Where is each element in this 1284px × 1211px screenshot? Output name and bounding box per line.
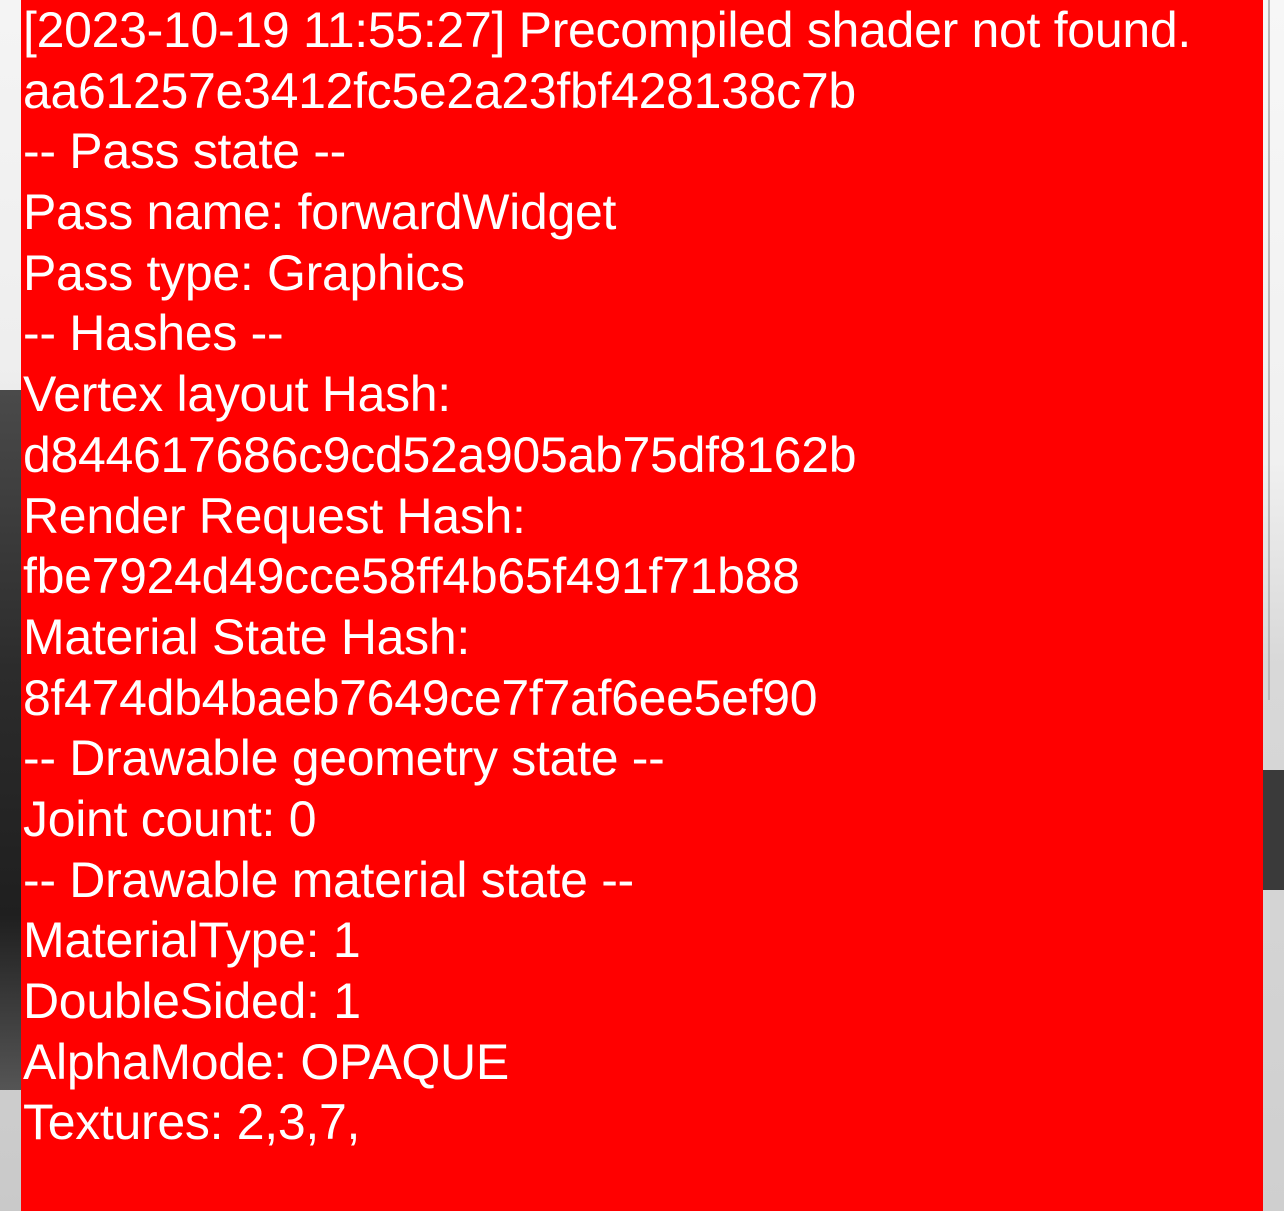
- background-object-left: [0, 390, 22, 1090]
- background-right-strip: [1262, 0, 1284, 1211]
- log-line-hashes-header: -- Hashes --: [23, 305, 284, 362]
- log-line-pass-name: Pass name: forwardWidget: [23, 184, 617, 241]
- log-line-render-request-hash: fbe7924d49cce58ff4b65f491f71b88: [23, 548, 800, 605]
- log-line-material-state-hash: 8f474db4baeb7649ce7f7af6ee5ef90: [23, 669, 818, 726]
- log-line-material-state-label: Material State Hash:: [23, 608, 470, 665]
- log-line-material-type: MaterialType: 1: [23, 912, 361, 969]
- log-line-geometry-state-header: -- Drawable geometry state --: [23, 730, 665, 787]
- background-right-object: [1262, 770, 1284, 890]
- log-line-alpha-mode: AlphaMode: OPAQUE: [23, 1033, 509, 1090]
- log-line-vertex-layout-label: Vertex layout Hash:: [23, 366, 451, 423]
- log-line-textures: Textures: 2,3,7,: [23, 1094, 361, 1151]
- log-line-render-request-label: Render Request Hash:: [23, 487, 526, 544]
- log-line-timestamp-message: [2023-10-19 11:55:27] Precompiled shader…: [23, 2, 1191, 58]
- log-line-joint-count: Joint count: 0: [23, 790, 317, 847]
- log-line-shader-id: aa61257e3412fc5e2a23fbf428138c7b: [23, 62, 856, 119]
- log-line-double-sided: DoubleSided: 1: [23, 973, 361, 1029]
- log-line-pass-type: Pass type: Graphics: [23, 244, 465, 301]
- shader-error-overlay: [2023-10-19 11:55:27] Precompiled shader…: [21, 0, 1263, 1211]
- log-line-pass-state-header: -- Pass state --: [23, 123, 347, 180]
- log-line-vertex-layout-hash: d844617686c9cd52a905ab75df8162b: [23, 426, 857, 483]
- background-right-edge-line: [1268, 0, 1270, 700]
- log-line-material-state-header: -- Drawable material state --: [23, 851, 634, 908]
